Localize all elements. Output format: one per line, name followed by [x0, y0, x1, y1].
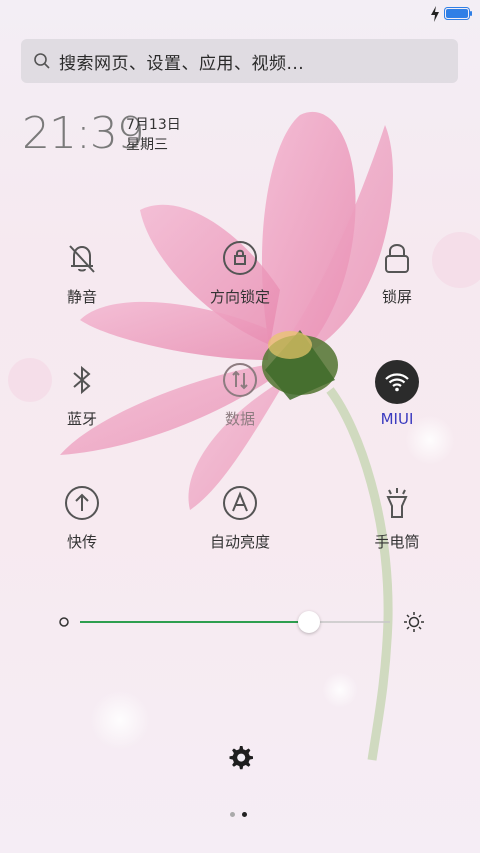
tile-label: 蓝牙 — [66, 410, 97, 428]
date-label: 7月13日 — [126, 117, 181, 133]
mobile-data-icon — [223, 363, 257, 397]
tile-label: 自动亮度 — [209, 533, 270, 551]
tile-label: 静音 — [66, 288, 97, 306]
tile-bluetooth[interactable]: 蓝牙 — [22, 360, 142, 450]
tile-quick-transfer[interactable]: 快传 — [22, 483, 142, 573]
tile-label: 快传 — [66, 533, 97, 551]
tile-label: 方向锁定 — [209, 288, 270, 306]
wifi-icon — [375, 360, 419, 404]
search-placeholder[interactable]: 搜索网页、设置、应用、视频... — [59, 49, 304, 74]
search-icon — [34, 53, 50, 69]
rotation-lock-icon — [223, 241, 257, 275]
tile-rotation-lock[interactable]: 方向锁定 — [180, 238, 300, 328]
tile-label: 手电筒 — [374, 533, 420, 551]
brightness-high-icon — [404, 612, 424, 632]
tile-auto-brightness[interactable]: 自动亮度 — [180, 483, 300, 573]
tile-label: MIUI — [380, 410, 414, 428]
lock-icon — [385, 244, 409, 273]
page-dot — [230, 812, 235, 817]
charging-icon — [431, 6, 439, 22]
brightness-slider-fill — [80, 621, 310, 623]
brightness-low-icon — [59, 617, 69, 627]
bluetooth-icon — [73, 365, 91, 395]
search-bar[interactable]: 搜索网页、设置、应用、视频... — [21, 39, 458, 83]
quick-transfer-icon — [65, 486, 99, 520]
tile-lock-screen[interactable]: 锁屏 — [337, 238, 457, 328]
page-indicator — [230, 810, 254, 818]
gear-icon[interactable] — [226, 743, 254, 771]
date-block: 7月13日 星期三 — [126, 115, 181, 155]
flashlight-icon — [386, 488, 408, 518]
auto-brightness-icon — [223, 486, 257, 520]
tile-wifi[interactable]: MIUI — [337, 360, 457, 450]
brightness-slider-knob[interactable] — [298, 611, 321, 633]
battery-icon — [444, 7, 472, 20]
tile-flashlight[interactable]: 手电筒 — [337, 483, 457, 573]
tile-mute[interactable]: 静音 — [22, 238, 142, 328]
brightness-control — [55, 605, 425, 639]
brightness-slider[interactable] — [80, 611, 390, 633]
tile-label: 数据 — [224, 410, 255, 428]
tile-label: 锁屏 — [381, 288, 412, 306]
tile-mobile-data[interactable]: 数据 — [180, 360, 300, 450]
mute-bell-icon — [69, 245, 95, 273]
page-dot — [242, 812, 247, 817]
weekday-label: 星期三 — [126, 137, 168, 153]
status-bar — [0, 0, 480, 28]
